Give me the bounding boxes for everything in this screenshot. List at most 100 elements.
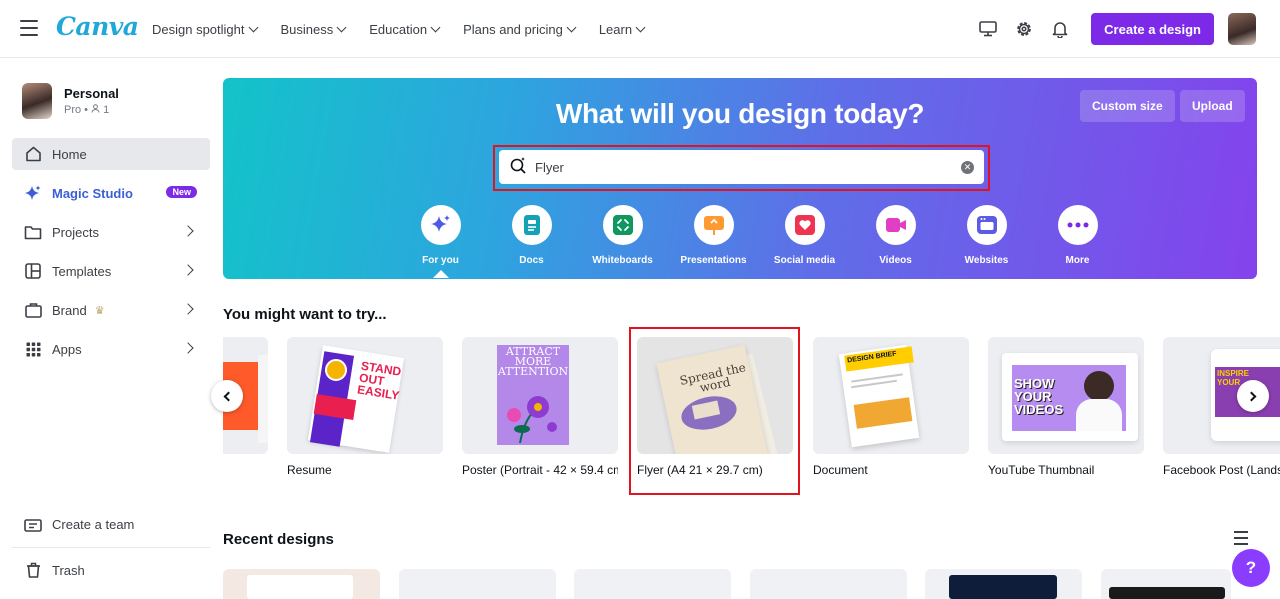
category-more[interactable]: More bbox=[1032, 205, 1123, 278]
carousel-next-button[interactable] bbox=[1237, 380, 1269, 412]
carousel-prev-button[interactable] bbox=[211, 380, 243, 412]
user-avatar[interactable] bbox=[1228, 13, 1256, 45]
presentation-icon bbox=[703, 216, 724, 235]
category-videos[interactable]: Videos bbox=[850, 205, 941, 278]
more-icon bbox=[1067, 222, 1088, 228]
card-thumbnail: SHOW YOUR VIDEOS bbox=[988, 337, 1144, 454]
category-social-media[interactable]: Social media bbox=[759, 205, 850, 278]
desktop-icon[interactable] bbox=[977, 18, 999, 40]
chevron-right-icon bbox=[182, 342, 194, 354]
suggestion-card-resume[interactable]: STAND OUT EASILY Resume bbox=[287, 337, 443, 477]
docs-icon bbox=[523, 215, 540, 235]
search-bar: ✕ bbox=[499, 150, 984, 184]
sidebar-item-trash[interactable]: Trash bbox=[12, 554, 210, 586]
chevron-down-icon bbox=[566, 22, 577, 32]
category-whiteboards[interactable]: Whiteboards bbox=[577, 205, 668, 278]
account-name: Personal bbox=[64, 86, 119, 101]
team-icon bbox=[24, 515, 42, 533]
crown-icon: ♛ bbox=[94, 304, 105, 317]
recent-design-card[interactable] bbox=[223, 569, 380, 599]
youtube-thumb-text: SHOW YOUR VIDEOS bbox=[1014, 376, 1064, 417]
chevron-down-icon bbox=[248, 22, 258, 32]
main-nav: Design spotlight Business Education Plan… bbox=[152, 0, 646, 58]
person-icon bbox=[91, 104, 103, 116]
chevron-down-icon bbox=[430, 22, 441, 32]
recent-design-card[interactable] bbox=[925, 569, 1082, 599]
recent-design-card[interactable] bbox=[750, 569, 907, 599]
chevron-left-icon bbox=[223, 391, 234, 401]
card-label: Poster (Portrait - 42 × 59.4 cm) bbox=[462, 463, 618, 477]
brand-icon bbox=[24, 301, 42, 319]
menu-icon[interactable] bbox=[20, 20, 38, 36]
chevron-right-icon bbox=[182, 225, 194, 237]
sidebar: Personal Pro • 1 Home Magic Studio New P… bbox=[0, 58, 222, 592]
card-label: YouTube Thumbnail bbox=[988, 463, 1095, 477]
nav-design-spotlight[interactable]: Design spotlight bbox=[152, 22, 258, 37]
apps-grid-icon bbox=[24, 340, 42, 358]
create-design-button[interactable]: Create a design bbox=[1091, 13, 1214, 45]
folder-icon bbox=[24, 223, 42, 241]
clear-search-icon[interactable]: ✕ bbox=[961, 160, 974, 174]
chevron-right-icon bbox=[182, 264, 194, 276]
hero-banner: What will you design today? Custom size … bbox=[223, 78, 1257, 279]
account-switcher[interactable]: Personal Pro • 1 bbox=[22, 83, 119, 119]
category-docs[interactable]: Docs bbox=[486, 205, 577, 278]
search-input[interactable] bbox=[535, 159, 961, 175]
help-button[interactable]: ? bbox=[1232, 549, 1270, 587]
nav-business[interactable]: Business bbox=[281, 22, 347, 37]
sidebar-item-magic-studio[interactable]: Magic Studio New bbox=[12, 177, 210, 209]
account-avatar bbox=[22, 83, 52, 119]
top-bar: Canva Design spotlight Business Educatio… bbox=[0, 0, 1280, 58]
flyer-highlight-box bbox=[629, 327, 800, 495]
card-thumbnail: ATTRACT MORE ATTENTION bbox=[462, 337, 618, 454]
upload-button[interactable]: Upload bbox=[1180, 90, 1245, 122]
header-actions: Create a design bbox=[977, 0, 1256, 58]
sidebar-item-projects[interactable]: Projects bbox=[12, 216, 210, 248]
category-for-you[interactable]: For you bbox=[395, 205, 486, 278]
divider bbox=[12, 547, 210, 548]
resume-thumb-text: STAND OUT EASILY bbox=[356, 358, 403, 403]
bell-icon[interactable] bbox=[1049, 18, 1071, 40]
card-label: Document bbox=[813, 463, 868, 477]
category-row: For you Docs Whiteboards Presentations S… bbox=[395, 205, 1123, 278]
sidebar-item-home[interactable]: Home bbox=[12, 138, 210, 170]
poster-thumb-text: ATTRACT MORE ATTENTION bbox=[497, 345, 569, 378]
card-label: Resume bbox=[287, 463, 332, 477]
suggestion-card-document[interactable]: DESIGN BRIEF Document bbox=[813, 337, 969, 477]
selected-indicator bbox=[432, 270, 449, 278]
gear-icon[interactable] bbox=[1013, 18, 1035, 40]
recent-design-card[interactable] bbox=[1101, 569, 1231, 599]
sidebar-item-templates[interactable]: Templates bbox=[12, 255, 210, 287]
nav-plans-pricing[interactable]: Plans and pricing bbox=[463, 22, 577, 37]
card-thumbnail: DESIGN BRIEF bbox=[813, 337, 969, 454]
suggestion-card-youtube[interactable]: SHOW YOUR VIDEOS YouTube Thumbnail bbox=[988, 337, 1144, 477]
card-label: Facebook Post (Landscape) bbox=[1163, 463, 1280, 477]
list-view-icon[interactable] bbox=[1234, 531, 1248, 545]
sidebar-menu: Home Magic Studio New Projects Templates… bbox=[12, 138, 210, 372]
recent-design-card[interactable] bbox=[574, 569, 731, 599]
templates-icon bbox=[24, 262, 42, 280]
nav-learn[interactable]: Learn bbox=[599, 22, 646, 37]
heart-icon bbox=[794, 215, 815, 235]
canva-logo[interactable]: Canva bbox=[56, 12, 139, 41]
chevron-down-icon bbox=[336, 22, 347, 32]
recent-design-card[interactable] bbox=[399, 569, 556, 599]
home-icon bbox=[24, 145, 42, 163]
sidebar-bottom: Create a team Trash bbox=[12, 508, 210, 593]
category-presentations[interactable]: Presentations bbox=[668, 205, 759, 278]
suggestion-card-poster[interactable]: ATTRACT MORE ATTENTION Poster (Portrait … bbox=[462, 337, 618, 477]
whiteboard-icon bbox=[612, 215, 633, 235]
chevron-down-icon bbox=[635, 22, 646, 32]
magic-search-icon bbox=[509, 156, 527, 179]
video-icon bbox=[885, 218, 906, 232]
sparkle-icon bbox=[430, 215, 450, 232]
custom-size-button[interactable]: Custom size bbox=[1080, 90, 1175, 122]
sidebar-item-apps[interactable]: Apps bbox=[12, 333, 210, 365]
sparkle-icon bbox=[24, 184, 42, 202]
suggestions-title: You might want to try... bbox=[223, 306, 387, 323]
category-websites[interactable]: Websites bbox=[941, 205, 1032, 278]
sidebar-item-create-team[interactable]: Create a team bbox=[12, 508, 210, 540]
chevron-right-icon bbox=[182, 303, 194, 315]
sidebar-item-brand[interactable]: Brand ♛ bbox=[12, 294, 210, 326]
nav-education[interactable]: Education bbox=[369, 22, 441, 37]
